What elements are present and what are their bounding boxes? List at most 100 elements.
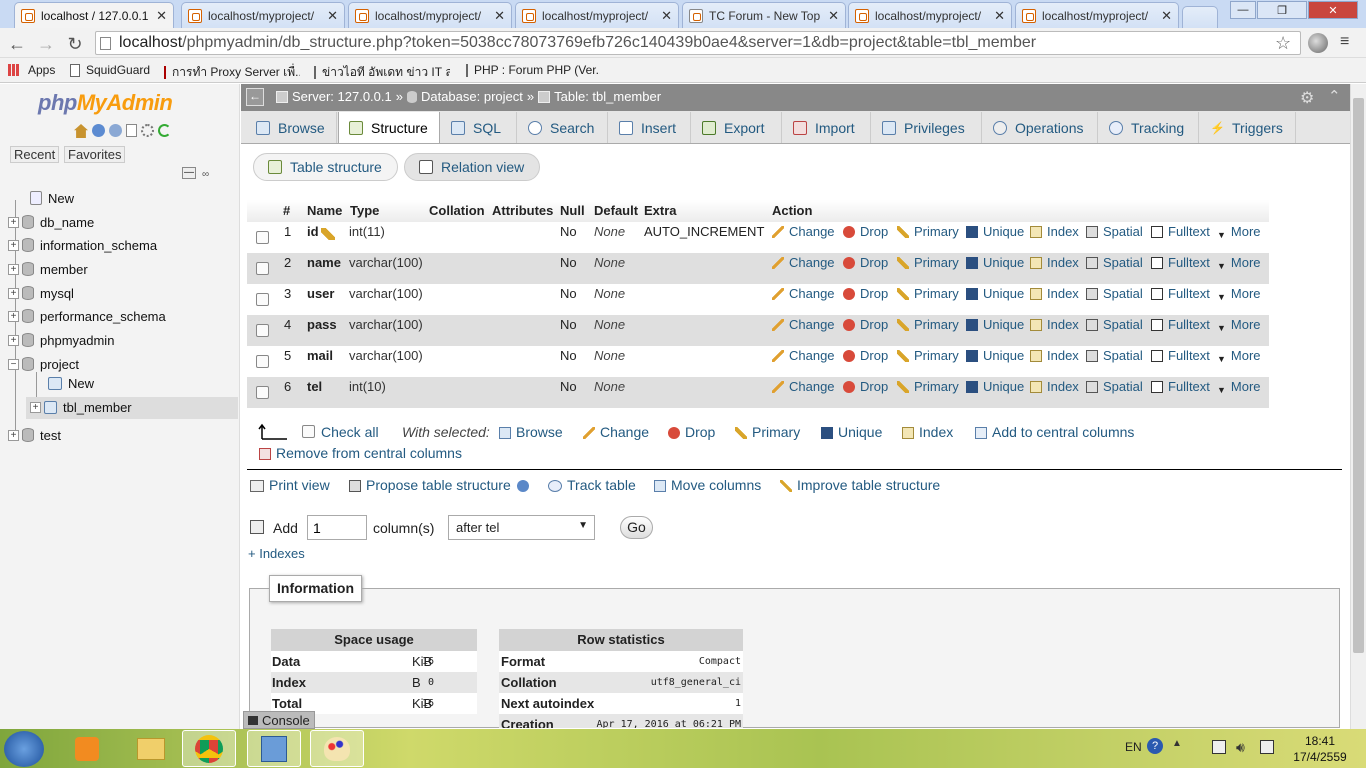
row-action-fulltext[interactable]: Fulltext (1151, 286, 1210, 301)
table-structure-button[interactable]: Table structure (253, 153, 398, 181)
browser-tab[interactable]: localhost/myproject/✕ (348, 2, 512, 28)
forward-icon[interactable]: → (35, 33, 57, 55)
row-action-drop[interactable]: Drop (843, 255, 888, 270)
row-action-unique[interactable]: Unique (966, 317, 1024, 332)
tab-import[interactable]: Import (783, 112, 871, 143)
column-name[interactable]: name (307, 255, 341, 270)
help-icon[interactable]: ? (1147, 738, 1163, 754)
row-action-primary[interactable]: Primary (897, 317, 959, 332)
page-scrollbar[interactable] (1350, 84, 1366, 729)
menu-icon[interactable]: ≡ (1340, 33, 1349, 51)
row-action-spatial[interactable]: Spatial (1086, 286, 1143, 301)
clock[interactable]: 18:41 17/4/2559 (1290, 733, 1350, 765)
row-checkbox[interactable] (256, 262, 269, 275)
relation-view-button[interactable]: Relation view (404, 153, 540, 181)
breadcrumb-database[interactable]: Database: project (421, 89, 523, 104)
taskbar-chrome[interactable] (182, 730, 236, 767)
row-action-index[interactable]: Index (1030, 379, 1079, 394)
bulk-browse-button[interactable]: Browse (499, 424, 563, 440)
taskbar-virtualbox[interactable] (247, 730, 301, 767)
column-count-input[interactable] (307, 515, 367, 540)
row-action-fulltext[interactable]: Fulltext (1151, 348, 1210, 363)
action-center-icon[interactable] (1212, 740, 1226, 754)
restore-icon[interactable]: ❐ (1257, 1, 1307, 19)
phpmyadmin-logo[interactable]: phpMyAdmin (38, 90, 173, 116)
row-checkbox[interactable] (256, 386, 269, 399)
column-name[interactable]: mail (307, 348, 333, 363)
row-action-fulltext[interactable]: Fulltext (1151, 255, 1210, 270)
expand-icon[interactable]: + (30, 401, 41, 413)
breadcrumb-server[interactable]: Server: 127.0.0.1 (292, 89, 392, 104)
browser-tab-active[interactable]: localhost / 127.0.0.1 ✕ (14, 2, 174, 28)
go-button[interactable]: Go (620, 516, 653, 539)
collapse-nav-icon[interactable]: ← (246, 88, 264, 106)
row-action-drop[interactable]: Drop (843, 317, 888, 332)
row-action-fulltext[interactable]: Fulltext (1151, 224, 1210, 239)
column-position-select[interactable]: after tel ▼ (448, 515, 595, 540)
expand-icon[interactable]: + (8, 287, 19, 299)
row-checkbox[interactable] (256, 231, 269, 244)
bookmark-item[interactable]: การทำ Proxy Server เพื่... (164, 63, 300, 82)
browser-tab[interactable]: localhost/myproject/✕ (515, 2, 679, 28)
row-action-more[interactable]: ▼ More (1217, 348, 1261, 366)
network-icon[interactable] (1260, 740, 1274, 754)
tree-db[interactable]: + mysql (8, 283, 74, 303)
bulk-primary-button[interactable]: Primary (735, 424, 800, 440)
tab-search[interactable]: Search (518, 112, 608, 143)
row-action-primary[interactable]: Primary (897, 224, 959, 239)
add-central-columns-button[interactable]: Add to central columns (975, 424, 1134, 440)
column-name[interactable]: pass (307, 317, 337, 332)
bulk-index-button[interactable]: Index (902, 424, 953, 440)
tab-structure[interactable]: Structure (338, 112, 440, 143)
bulk-drop-button[interactable]: Drop (668, 424, 715, 440)
row-action-unique[interactable]: Unique (966, 224, 1024, 239)
row-action-unique[interactable]: Unique (966, 286, 1024, 301)
propose-structure-link[interactable]: Propose table structure (349, 477, 534, 493)
home-icon[interactable] (74, 124, 88, 138)
row-action-fulltext[interactable]: Fulltext (1151, 379, 1210, 394)
bulk-change-button[interactable]: Change (583, 424, 649, 440)
help-icon[interactable] (516, 480, 529, 492)
bookmark-item[interactable]: PHP : Forum PHP (Ver... (466, 63, 600, 77)
row-action-index[interactable]: Index (1030, 255, 1079, 270)
volume-icon[interactable]: 🔊︎ (1236, 739, 1245, 756)
check-all-label[interactable]: Check all (321, 424, 379, 440)
print-view-link[interactable]: Print view (250, 477, 330, 493)
tab-browse[interactable]: Browse (246, 112, 337, 143)
show-hidden-icons-icon[interactable]: ▲ (1172, 738, 1182, 749)
breadcrumb-table[interactable]: Table: tbl_member (554, 89, 661, 104)
close-tab-icon[interactable]: ✕ (828, 8, 839, 24)
row-action-more[interactable]: ▼ More (1217, 224, 1261, 242)
indexes-toggle[interactable]: + Indexes (248, 546, 305, 561)
row-action-unique[interactable]: Unique (966, 348, 1024, 363)
logout-icon[interactable] (92, 124, 105, 137)
close-tab-icon[interactable]: ✕ (494, 8, 505, 24)
extension-icon[interactable] (1308, 33, 1328, 53)
row-checkbox[interactable] (256, 355, 269, 368)
tree-db[interactable]: + performance_schema (8, 306, 166, 326)
row-action-change[interactable]: Change (772, 255, 835, 270)
expand-icon[interactable]: + (8, 239, 19, 251)
row-action-more[interactable]: ▼ More (1217, 255, 1261, 273)
row-action-primary[interactable]: Primary (897, 348, 959, 363)
row-checkbox[interactable] (256, 293, 269, 306)
row-action-drop[interactable]: Drop (843, 379, 888, 394)
bookmark-apps[interactable]: Apps (8, 63, 55, 77)
recent-button[interactable]: Recent (10, 146, 60, 163)
bookmark-item[interactable]: ข่าวไอที อัพเดท ข่าว IT ล่... (314, 63, 450, 82)
browser-tab[interactable]: TC Forum - New Top ✕ (682, 2, 846, 28)
expand-icon[interactable]: + (8, 310, 19, 322)
back-icon[interactable]: ← (6, 33, 28, 55)
row-action-spatial[interactable]: Spatial (1086, 255, 1143, 270)
close-tab-icon[interactable]: ✕ (994, 8, 1005, 24)
link-icon[interactable]: ∞ (202, 169, 209, 180)
remove-central-columns-button[interactable]: Remove from central columns (259, 445, 462, 461)
tab-export[interactable]: Export (692, 112, 782, 143)
expand-icon[interactable]: + (8, 334, 19, 346)
check-all-checkbox[interactable] (302, 425, 315, 438)
row-action-change[interactable]: Change (772, 317, 835, 332)
taskbar-media-player[interactable] (60, 730, 114, 767)
expand-icon[interactable]: + (8, 429, 19, 441)
expand-icon[interactable]: + (8, 263, 19, 275)
browser-tab[interactable]: localhost/myproject/✕ (181, 2, 345, 28)
